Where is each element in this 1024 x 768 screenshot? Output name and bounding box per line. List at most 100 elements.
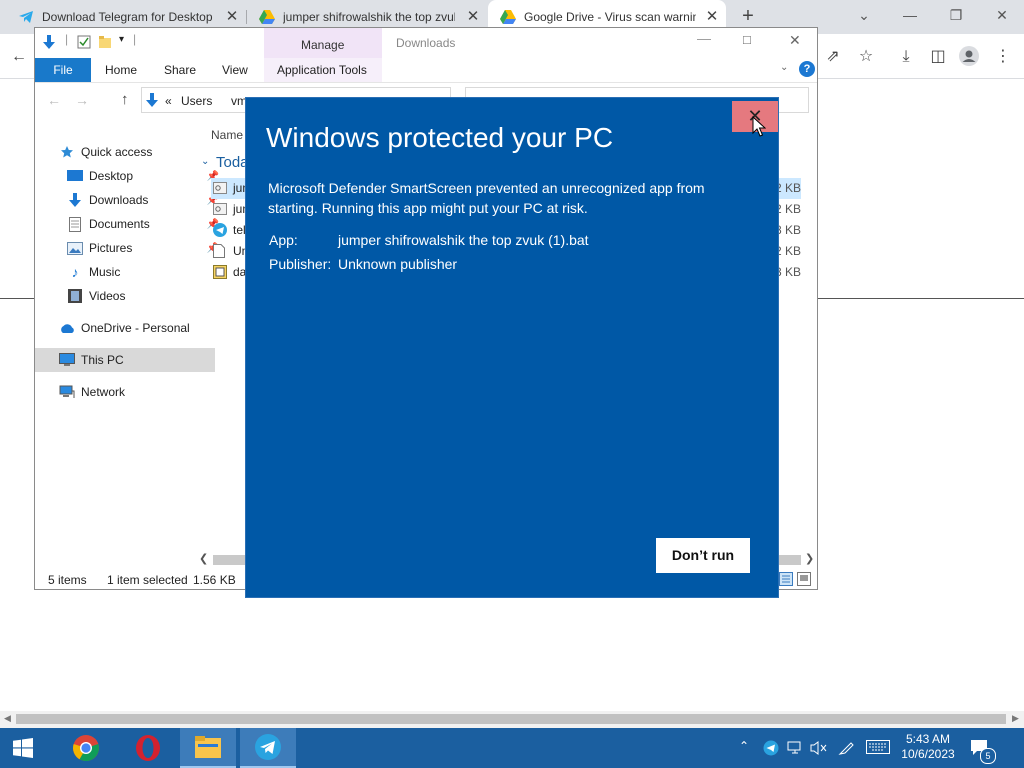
- scroll-left-icon[interactable]: ❮: [199, 552, 208, 565]
- clock-date: 10/6/2023: [901, 747, 955, 761]
- nav-label: Downloads: [89, 193, 149, 207]
- touch-keyboard-icon[interactable]: [866, 740, 890, 757]
- notification-count-badge: 5: [980, 748, 996, 764]
- profile-avatar-icon[interactable]: [958, 46, 980, 68]
- new-folder-icon[interactable]: [98, 35, 112, 52]
- nav-onedrive[interactable]: OneDrive - Personal: [35, 316, 215, 340]
- tab-title: Google Drive - Virus scan warning: [524, 10, 696, 24]
- group-collapse-chevron-icon[interactable]: ⌄: [201, 156, 209, 167]
- tab-title: Download Telegram for Desktop: [42, 10, 213, 24]
- show-hidden-icons-chevron-icon[interactable]: ⌃: [739, 739, 749, 753]
- ribbon-tab-share[interactable]: Share: [164, 58, 196, 82]
- column-header-name[interactable]: Name: [211, 128, 243, 142]
- telegram-tray-icon[interactable]: [763, 740, 779, 759]
- network-tray-icon[interactable]: [787, 740, 803, 759]
- share-icon[interactable]: ⇗: [822, 46, 844, 68]
- breadcrumb-overflow[interactable]: «: [165, 94, 172, 108]
- file-name: tel: [233, 223, 246, 237]
- nav-label: OneDrive - Personal: [81, 321, 190, 335]
- volume-muted-icon[interactable]: [810, 740, 828, 759]
- ribbon-tab-view[interactable]: View: [222, 58, 248, 82]
- up-arrow-icon[interactable]: ↑: [121, 91, 129, 108]
- computer-icon: [59, 352, 75, 368]
- help-icon[interactable]: ?: [799, 61, 815, 77]
- ribbon-tab-home[interactable]: Home: [105, 58, 137, 82]
- close-window-icon[interactable]: ✕: [988, 4, 1016, 26]
- taskbar-chrome[interactable]: [58, 728, 114, 768]
- tab-close-icon[interactable]: ✕: [465, 9, 481, 25]
- nav-desktop[interactable]: Desktop 📌: [35, 164, 223, 188]
- ribbon-tab-application-tools[interactable]: Application Tools: [277, 58, 367, 82]
- details-view-icon[interactable]: [779, 572, 793, 589]
- star-icon: [59, 144, 75, 160]
- nav-label: Quick access: [81, 145, 153, 159]
- publisher-row: Publisher: Unknown publisher: [269, 256, 457, 272]
- nav-network[interactable]: Network: [35, 380, 215, 404]
- pictures-icon: [67, 240, 83, 256]
- nav-label: Music: [89, 265, 121, 279]
- scroll-right-icon[interactable]: ❯: [805, 552, 814, 565]
- bookmark-star-icon[interactable]: ☆: [855, 46, 877, 68]
- breadcrumb-users[interactable]: Users: [181, 94, 212, 108]
- archive-file-icon: [213, 265, 227, 279]
- forward-icon[interactable]: →: [75, 92, 89, 108]
- folder-icon: [195, 736, 221, 758]
- nav-label: Network: [81, 385, 126, 399]
- customize-qat-icon[interactable]: ▾: [119, 34, 124, 45]
- network-icon: [59, 384, 75, 400]
- back-icon[interactable]: ←: [47, 92, 61, 108]
- title-separator: |: [133, 32, 137, 46]
- cloud-icon: [59, 320, 75, 336]
- status-item-count: 5 items: [48, 573, 87, 587]
- google-drive-icon: [259, 9, 275, 25]
- nav-music[interactable]: ♪ Music: [35, 260, 223, 284]
- properties-icon[interactable]: [77, 35, 91, 52]
- chrome-icon: [73, 735, 99, 762]
- tab-close-icon[interactable]: ✕: [704, 9, 720, 25]
- nav-pictures[interactable]: Pictures 📌: [35, 236, 223, 260]
- dont-run-button[interactable]: Don’t run: [656, 538, 750, 573]
- large-icons-view-icon[interactable]: [797, 572, 811, 589]
- scroll-left-icon[interactable]: ◀: [4, 713, 11, 724]
- back-arrow-icon[interactable]: ←: [8, 46, 30, 68]
- chrome-menu-icon[interactable]: ⋮: [992, 46, 1014, 68]
- nav-videos[interactable]: Videos: [35, 284, 223, 308]
- clock[interactable]: 5:43 AM 10/6/2023: [900, 732, 956, 762]
- batch-file-icon: [213, 202, 227, 216]
- publisher-label: Publisher:: [269, 256, 332, 272]
- nav-this-pc[interactable]: This PC: [35, 348, 215, 372]
- window-title: Downloads: [396, 36, 456, 50]
- page-scroll-thumb[interactable]: [16, 714, 1006, 724]
- side-panel-icon[interactable]: ◫: [927, 46, 949, 68]
- ribbon-tab-file[interactable]: File: [35, 58, 91, 82]
- start-button[interactable]: [0, 728, 46, 768]
- status-selection: 1 item selected: [107, 573, 188, 587]
- nav-label: This PC: [81, 353, 124, 367]
- tab-close-icon[interactable]: ✕: [224, 9, 240, 25]
- pen-workspace-icon[interactable]: [838, 740, 856, 759]
- down-arrow-icon: [41, 34, 57, 53]
- close-icon[interactable]: ✕: [789, 32, 801, 49]
- minimize-icon[interactable]: —: [896, 4, 924, 26]
- restore-icon[interactable]: ❐: [942, 4, 970, 26]
- nav-quick-access[interactable]: Quick access: [35, 140, 215, 164]
- desktop-icon: [67, 168, 83, 184]
- minimize-icon[interactable]: —: [697, 30, 711, 46]
- dialog-message: Microsoft Defender SmartScreen prevented…: [268, 180, 705, 216]
- download-icon[interactable]: ⤓: [895, 46, 917, 68]
- tab-search-chevron-icon[interactable]: ⌄: [850, 4, 878, 26]
- documents-icon: [67, 216, 83, 232]
- nav-downloads[interactable]: Downloads 📌: [35, 188, 223, 212]
- nav-documents[interactable]: Documents 📌: [35, 212, 223, 236]
- scroll-right-icon[interactable]: ▶: [1012, 713, 1019, 724]
- new-tab-button[interactable]: +: [738, 6, 758, 26]
- maximize-icon[interactable]: □: [743, 32, 751, 47]
- downloads-icon: [67, 192, 83, 208]
- smartscreen-dialog: ✕ Windows protected your PC Microsoft De…: [245, 97, 779, 598]
- taskbar-telegram[interactable]: [240, 728, 296, 768]
- taskbar-file-explorer[interactable]: [180, 728, 236, 768]
- batch-file-icon: [213, 181, 227, 195]
- expand-ribbon-icon[interactable]: ⌄: [780, 62, 788, 73]
- taskbar-opera[interactable]: [120, 728, 176, 768]
- group-header-today[interactable]: Toda: [216, 154, 249, 171]
